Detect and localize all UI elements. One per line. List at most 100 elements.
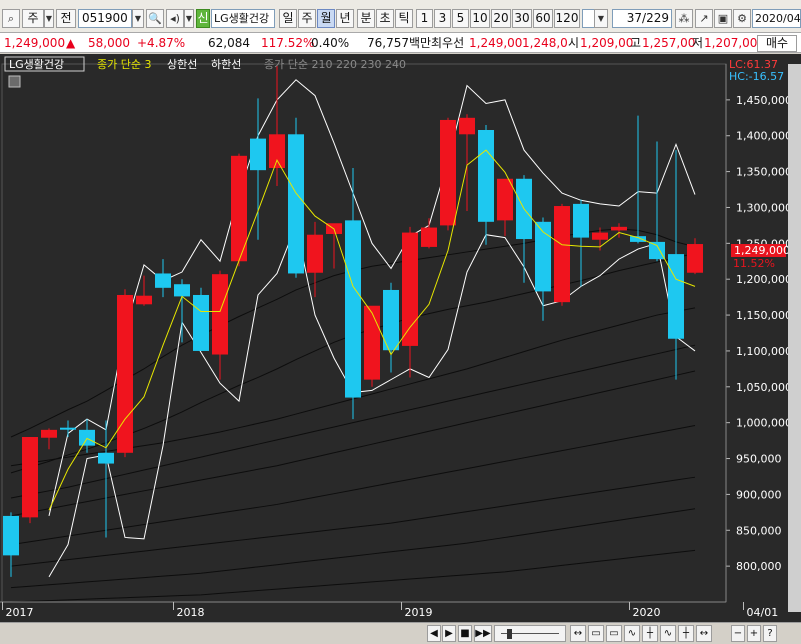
long-ma-line (10, 508, 696, 589)
zoom-out-button[interactable]: − (731, 625, 745, 642)
stop-button[interactable]: ■ (458, 625, 472, 642)
tab-day[interactable]: 일 (279, 9, 297, 28)
chart-area[interactable]: 800,000 850,000 900,000 950,000 1,000,000 1,0… (0, 54, 801, 622)
speaker-icon[interactable]: ◂) (166, 9, 184, 28)
candle-body (611, 226, 627, 231)
stock-code-input[interactable]: 051900 (78, 9, 132, 28)
tab-num-60[interactable]: 60 (533, 9, 553, 28)
candle-body (174, 284, 190, 297)
zoom-in-button[interactable]: + (747, 625, 761, 642)
gear-icon[interactable]: ⚙ (733, 9, 751, 28)
candle-body (212, 274, 228, 355)
tool-8-icon[interactable]: ↔ (696, 625, 712, 642)
bottom-bar: ◀ ▶ ■ ▶▶ ↔ ▭ ▭ ∿ ┼ ∿ ┼ ↔ − + ? (0, 622, 801, 644)
y-tick-label: 1,100,000 (736, 345, 792, 358)
next-button[interactable]: ▶ (442, 625, 456, 642)
candle-body (307, 234, 323, 273)
tool-2-icon[interactable]: ▭ (588, 625, 604, 642)
candlestick-chart[interactable]: 800,000 850,000 900,000 950,000 1,000,000 1,0… (0, 54, 801, 622)
y-tick-label: 1,150,000 (736, 309, 792, 322)
buy-button[interactable]: 매수 (757, 35, 797, 52)
price-change: 58,000 (88, 36, 130, 50)
tab-year[interactable]: 년 (336, 9, 354, 28)
candle-body (155, 273, 171, 288)
candle-body (41, 429, 57, 438)
tab-num-120[interactable]: 120 (554, 9, 580, 28)
y-tick-label: 900,000 (736, 488, 782, 501)
tab-num-20[interactable]: 20 (491, 9, 511, 28)
candle-body (554, 206, 570, 303)
candle-body (364, 305, 380, 380)
tab-num-10[interactable]: 10 (470, 9, 490, 28)
change-rate: +4.87% (137, 36, 186, 50)
toolbar: ⌕ 주 ▼ 전 051900 ▼ 🔍 ◂) ▼ 신 LG생활건강 일 주 월 년… (0, 0, 801, 33)
tool-3-icon[interactable]: ▭ (606, 625, 622, 642)
y-tick-label: 850,000 (736, 524, 782, 537)
legend-stock-name[interactable]: LG생활건강 (9, 57, 64, 71)
prev-button[interactable]: ◀ (427, 625, 441, 642)
tab-num-30[interactable]: 30 (512, 9, 532, 28)
legend-lower-band[interactable]: 하한선 (211, 57, 241, 71)
vertical-scrollbar[interactable] (788, 64, 801, 612)
tool-4-icon[interactable]: ∿ (624, 625, 640, 642)
jeon-button[interactable]: 전 (56, 9, 76, 28)
candle-body (193, 294, 209, 351)
candle-body (22, 437, 38, 518)
zoom-slider[interactable] (494, 625, 566, 642)
best-ask-label: 최우선 (431, 36, 465, 50)
candle-body (459, 117, 475, 135)
tab-minute[interactable]: 분 (357, 9, 375, 28)
y-tick-label: 1,350,000 (736, 166, 792, 179)
tab-second[interactable]: 초 (376, 9, 394, 28)
volume: 62,084 (208, 36, 250, 50)
tool-6-icon[interactable]: ∿ (660, 625, 676, 642)
y-tick-label: 800,000 (736, 560, 782, 573)
stock-search-icon[interactable]: ⌕ (2, 9, 20, 28)
tool-5-icon[interactable]: ┼ (642, 625, 658, 642)
date-field[interactable]: 2020/04 (752, 9, 801, 28)
chevron-down-icon[interactable]: ▼ (44, 9, 54, 28)
page-counter[interactable]: 37/229 (612, 9, 672, 28)
candle-body (421, 227, 437, 247)
y-tick-label: 1,200,000 (736, 273, 792, 286)
tab-week[interactable]: 주 (298, 9, 316, 28)
open-price: 1,209,00 (580, 36, 634, 50)
turnover-rate: 0.40% (311, 36, 350, 50)
candle-body (402, 232, 418, 346)
candle-body (478, 129, 494, 222)
tab-tick[interactable]: 틱 (395, 9, 413, 28)
chevron-down-icon[interactable]: ▼ (184, 9, 194, 28)
tab-num-5[interactable]: 5 (452, 9, 469, 28)
type-select[interactable]: 주 (22, 9, 44, 28)
candle-body (345, 220, 361, 398)
tool-1-icon[interactable]: ↔ (570, 625, 586, 642)
shin-badge[interactable]: 신 (196, 9, 210, 28)
high-price: 1,257,00 (642, 36, 696, 50)
stock-name-field[interactable]: LG생활건강 (211, 9, 275, 28)
chevron-down-icon[interactable]: ▼ (132, 9, 144, 28)
low-label: 저 (692, 36, 704, 50)
y-tick-label: 1,000,000 (736, 417, 792, 430)
table-toggle-icon[interactable] (8, 75, 21, 88)
tool-7-icon[interactable]: ┼ (678, 625, 694, 642)
chevron-down-icon[interactable]: ▼ (594, 9, 608, 28)
legend-upper-band[interactable]: 상한선 (167, 58, 197, 71)
tab-num-3[interactable]: 3 (434, 9, 451, 28)
save-icon[interactable]: ▣ (714, 9, 732, 28)
slider-thumb[interactable] (507, 629, 512, 639)
legend-ma[interactable]: 종가 단순 3 (97, 58, 151, 71)
candle-body (250, 138, 266, 171)
zoom-reset-button[interactable]: ? (763, 625, 777, 642)
fast-forward-button[interactable]: ▶▶ (474, 625, 492, 642)
y-tick-label: 1,050,000 (736, 381, 792, 394)
legend-long-ma[interactable]: 종가 단순 210 220 230 240 (264, 58, 406, 71)
tab-month[interactable]: 월 (317, 9, 335, 28)
draw-line-icon[interactable]: ↗ (695, 9, 713, 28)
candle-body (649, 241, 665, 260)
long-ma-line (10, 425, 696, 546)
page-current: 37 (626, 11, 643, 25)
page-total: /229 (642, 11, 669, 25)
tab-num-1[interactable]: 1 (416, 9, 433, 28)
search-icon[interactable]: 🔍 (146, 9, 164, 28)
crosshair-icon[interactable]: ⁂ (675, 9, 693, 28)
